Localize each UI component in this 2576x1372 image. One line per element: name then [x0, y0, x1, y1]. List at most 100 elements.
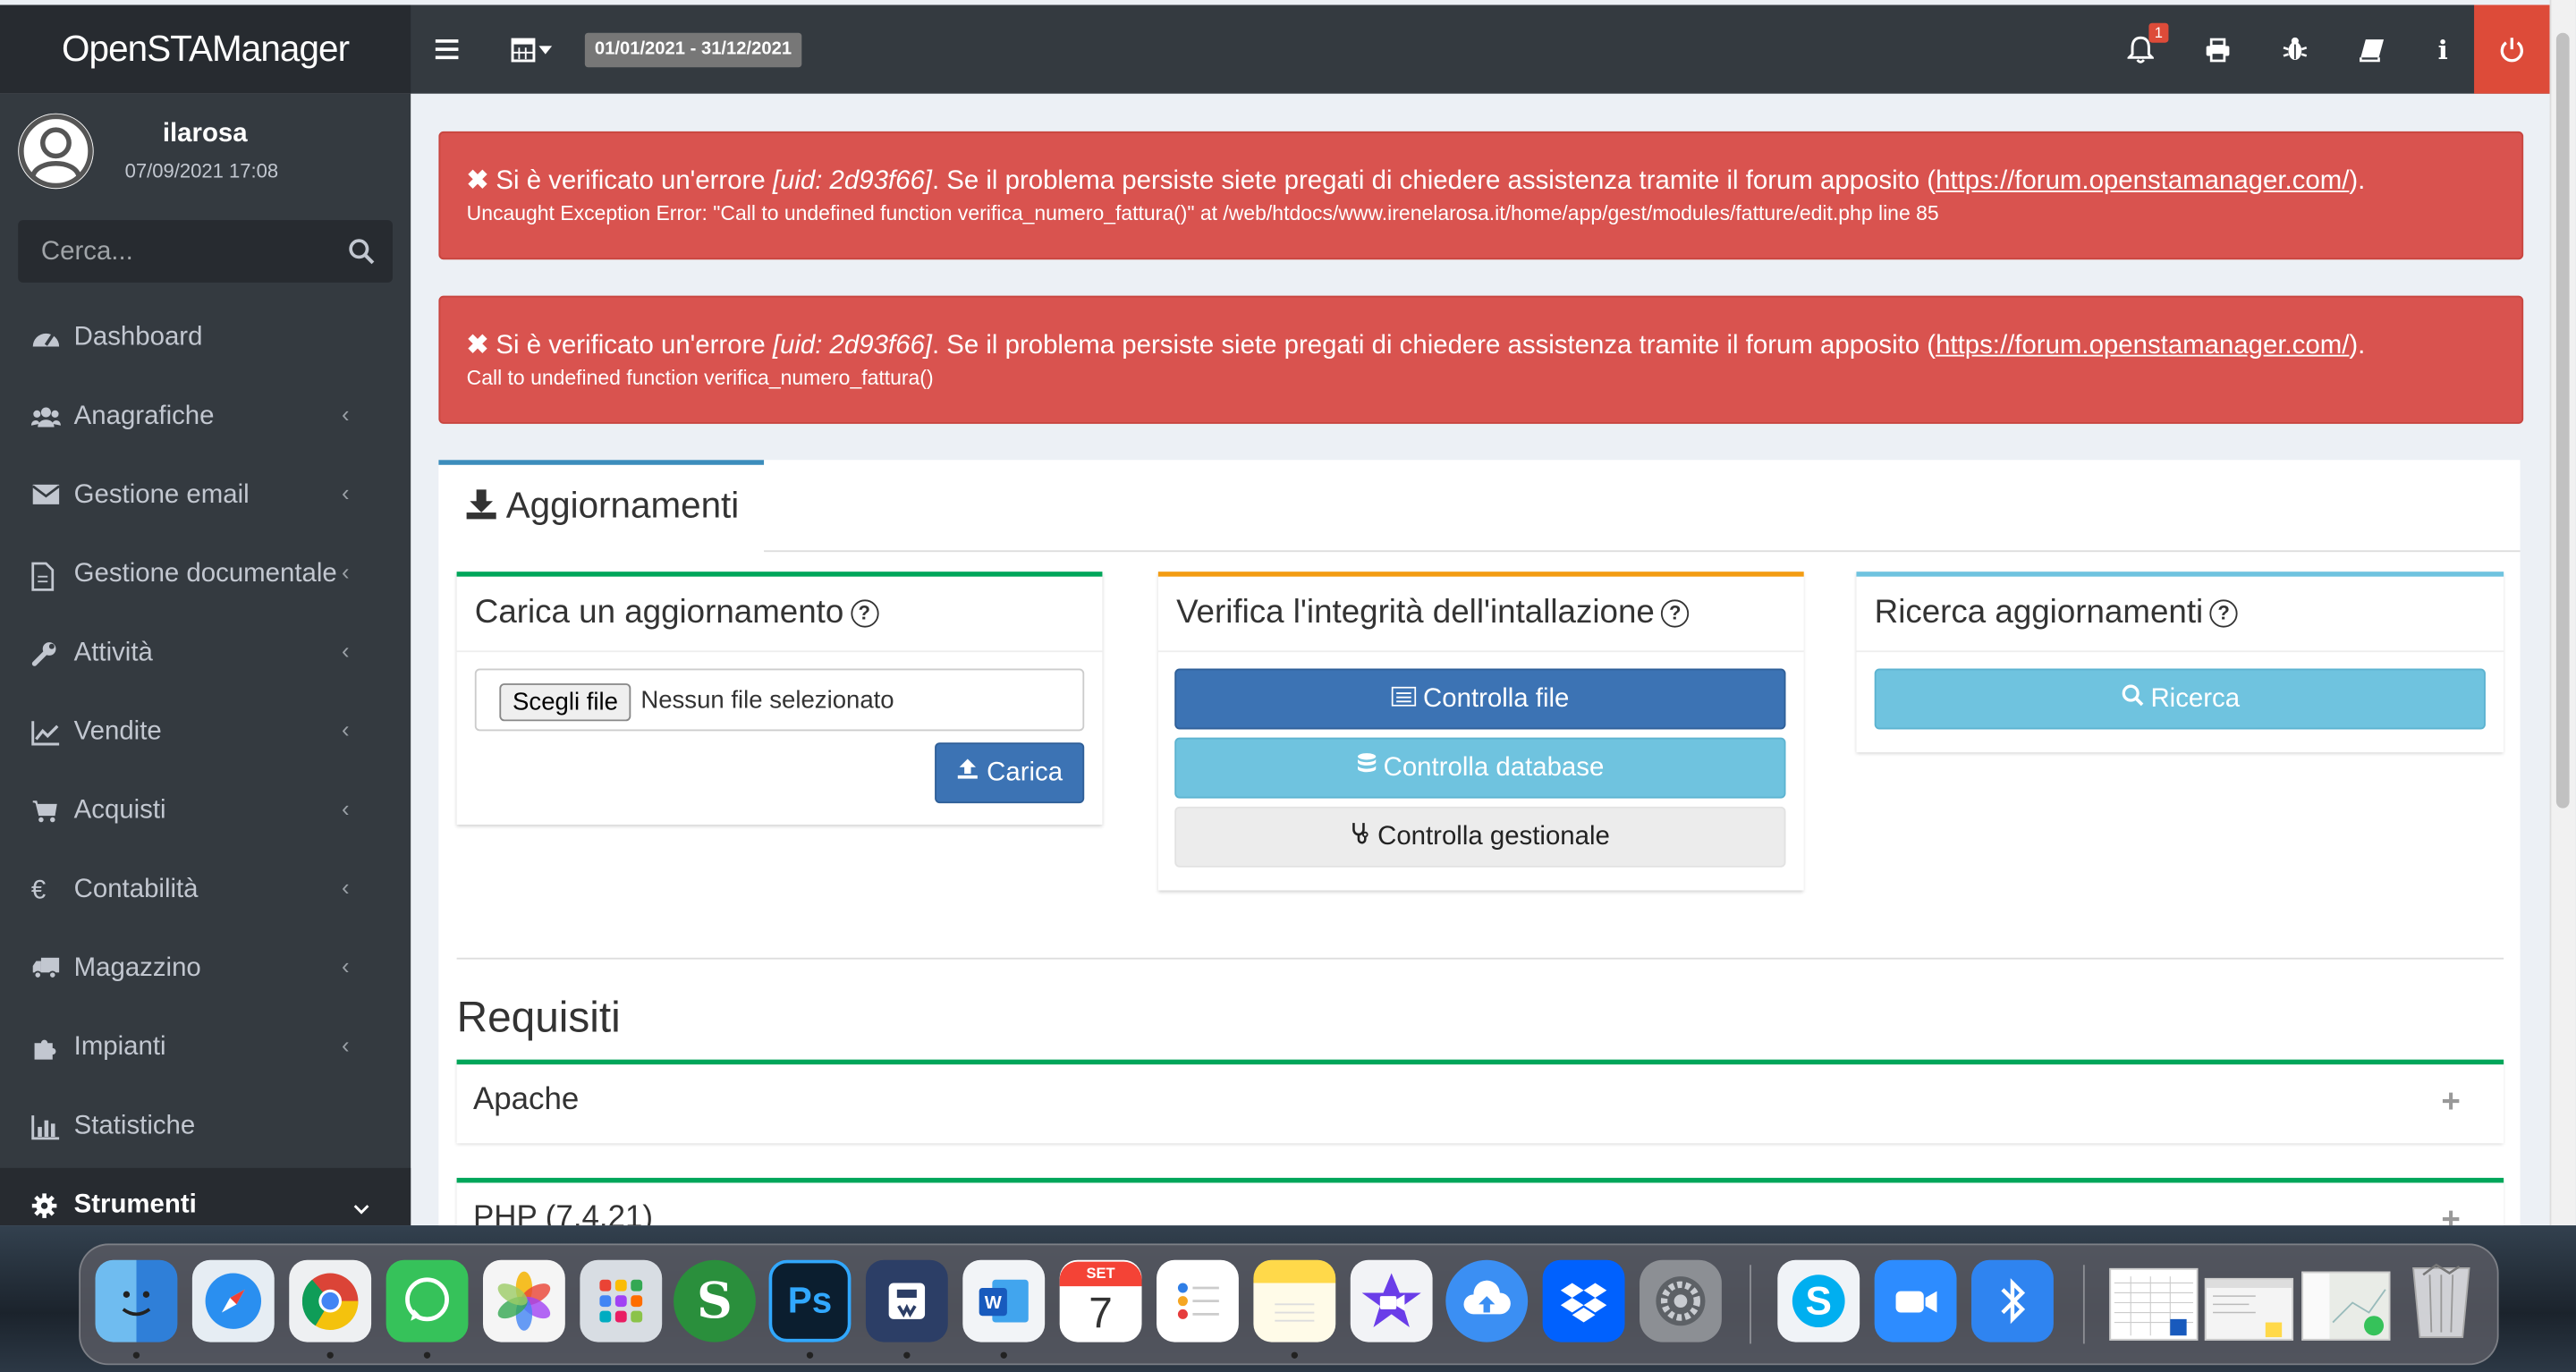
notes-icon[interactable]: [1253, 1259, 1336, 1342]
minimized-window-thumbnail[interactable]: [2204, 1277, 2294, 1341]
card-divider: [1157, 650, 1804, 653]
close-x-icon[interactable]: ✖: [467, 332, 496, 360]
sidebar-item-gestione-documentale[interactable]: Gestione documentale ‹: [0, 538, 411, 616]
calendar-app-icon[interactable]: SET 7: [1059, 1259, 1142, 1342]
info-icon[interactable]: i: [2410, 5, 2475, 94]
system-preferences-icon[interactable]: [1640, 1259, 1722, 1342]
sidebar-item-magazzino[interactable]: Magazzino ‹: [0, 931, 411, 1010]
running-indicator: [1291, 1351, 1298, 1359]
search-icon[interactable]: [347, 236, 377, 266]
logout-power-icon[interactable]: [2474, 4, 2550, 94]
check-database-button[interactable]: Controlla database: [1174, 737, 1786, 799]
svg-text:S: S: [1806, 1279, 1832, 1323]
forum-link[interactable]: https://forum.openstamanager.com/: [1936, 167, 2349, 195]
bar-chart-icon: [31, 1114, 61, 1143]
search-icon: [2121, 684, 2144, 713]
file-status: Nessun file selezionato: [640, 686, 894, 715]
photos-icon[interactable]: [482, 1259, 565, 1342]
error-alert: ✖ Si è verificato un'errore [uid: 2d93f6…: [438, 131, 2524, 260]
word-icon[interactable]: W: [962, 1259, 1046, 1342]
users-icon: [30, 404, 61, 434]
sidebar-item-vendite[interactable]: Vendite ‹: [0, 695, 411, 774]
bug-report-icon[interactable]: [2262, 5, 2327, 94]
svg-text:W: W: [985, 1293, 1003, 1313]
dashboard-icon: [31, 326, 61, 355]
user-datetime: 07/09/2021 17:08: [124, 159, 279, 182]
puzzle-icon: [31, 1035, 61, 1064]
print-icon[interactable]: [2185, 5, 2250, 94]
tab-divider: [764, 550, 2521, 553]
sidebar-item-statistiche[interactable]: Statistiche: [0, 1089, 411, 1168]
launchpad-icon[interactable]: [580, 1259, 663, 1342]
tab-title[interactable]: Aggiornamenti: [506, 485, 740, 528]
running-indicator: [903, 1351, 911, 1359]
chevron-left-icon: ‹: [342, 401, 350, 428]
requirement-apache[interactable]: Apache +: [456, 1059, 2504, 1144]
date-range-badge[interactable]: 01/01/2021 - 31/12/2021: [584, 32, 802, 68]
running-indicator: [132, 1351, 140, 1359]
cloud-upload-icon[interactable]: [1445, 1259, 1529, 1342]
menu-toggle-icon[interactable]: [416, 5, 481, 94]
photoshop-icon[interactable]: Ps: [768, 1259, 852, 1342]
sidebar-item-acquisti[interactable]: Acquisti ‹: [0, 774, 411, 852]
help-circle-icon[interactable]: ?: [1661, 599, 1690, 628]
chevron-left-icon: ‹: [342, 716, 350, 743]
reminders-icon[interactable]: [1157, 1259, 1239, 1342]
alert-message: ✖ Si è verificato un'errore [uid: 2d93f6…: [466, 332, 2366, 360]
help-circle-icon[interactable]: ?: [850, 599, 878, 628]
file-input[interactable]: Scegli file Nessun file selezionato: [474, 668, 1085, 732]
finder-icon[interactable]: [95, 1259, 178, 1342]
minimized-window-thumbnail[interactable]: [2109, 1267, 2199, 1341]
expand-plus-icon[interactable]: +: [2441, 1084, 2460, 1122]
bluetooth-icon[interactable]: [1971, 1259, 2054, 1342]
minimized-window-thumbnail[interactable]: [2301, 1271, 2391, 1341]
safari-icon[interactable]: [191, 1259, 275, 1342]
check-app-button[interactable]: Controlla gestionale: [1174, 806, 1786, 868]
sidebar-item-contabilita[interactable]: € Contabilità ‹: [0, 852, 411, 931]
notifications-bell-icon[interactable]: [2107, 5, 2173, 94]
user-avatar-icon[interactable]: [18, 113, 94, 190]
expand-plus-icon[interactable]: +: [2441, 1202, 2460, 1225]
calendar-day: 7: [1089, 1287, 1113, 1338]
chevron-left-icon: ‹: [342, 953, 350, 979]
calendar-month: SET: [1059, 1261, 1142, 1287]
skype-icon[interactable]: S: [1777, 1259, 1860, 1342]
user-name[interactable]: ilarosa: [163, 120, 248, 149]
whatsapp-icon[interactable]: [386, 1259, 469, 1342]
app-logo[interactable]: OpenSTAManager: [0, 4, 411, 94]
sidebar-item-impianti[interactable]: Impianti ‹: [0, 1011, 411, 1089]
search-input[interactable]: [38, 220, 341, 286]
scrollbar-thumb[interactable]: [2555, 32, 2570, 809]
wunderbucket-icon[interactable]: [865, 1259, 948, 1342]
zoom-icon[interactable]: [1874, 1259, 1957, 1342]
choose-file-button[interactable]: Scegli file: [499, 683, 631, 722]
list-icon: [1391, 685, 1416, 713]
database-icon: [1356, 753, 1376, 782]
search-updates-button[interactable]: Ricerca: [1874, 668, 2486, 730]
forum-link[interactable]: https://forum.openstamanager.com/: [1936, 332, 2349, 360]
sidebar-item-anagrafiche[interactable]: Anagrafiche ‹: [0, 379, 411, 458]
notification-count-badge: 1: [2148, 22, 2169, 43]
sublime-s-icon[interactable]: S: [674, 1259, 756, 1342]
stethoscope-icon: [1351, 823, 1370, 851]
chevron-left-icon: ‹: [342, 637, 350, 665]
sidebar-item-attivita[interactable]: Attività ‹: [0, 616, 411, 695]
check-files-button[interactable]: Controlla file: [1174, 668, 1786, 730]
sidebar-item-dashboard[interactable]: Dashboard: [0, 301, 411, 379]
help-circle-icon[interactable]: ?: [2209, 599, 2238, 628]
gear-icon: [31, 1192, 61, 1222]
chevron-left-icon: ‹: [342, 558, 350, 585]
running-indicator: [326, 1351, 334, 1359]
sidebar-item-strumenti[interactable]: Strumenti: [0, 1167, 411, 1226]
envelope-icon: [31, 483, 61, 512]
requirement-php[interactable]: PHP (7.4.21) +: [456, 1177, 2504, 1226]
trash-icon[interactable]: [2403, 1255, 2479, 1343]
chrome-icon[interactable]: [289, 1259, 372, 1342]
close-x-icon[interactable]: ✖: [467, 167, 496, 195]
imovie-icon[interactable]: [1350, 1259, 1433, 1342]
upload-button[interactable]: Carica: [935, 742, 1085, 804]
calendar-dropdown-icon[interactable]: [501, 5, 564, 94]
dropbox-icon[interactable]: [1542, 1259, 1625, 1342]
manual-book-icon[interactable]: [2339, 5, 2404, 94]
sidebar-item-gestione-email[interactable]: Gestione email ‹: [0, 458, 411, 537]
